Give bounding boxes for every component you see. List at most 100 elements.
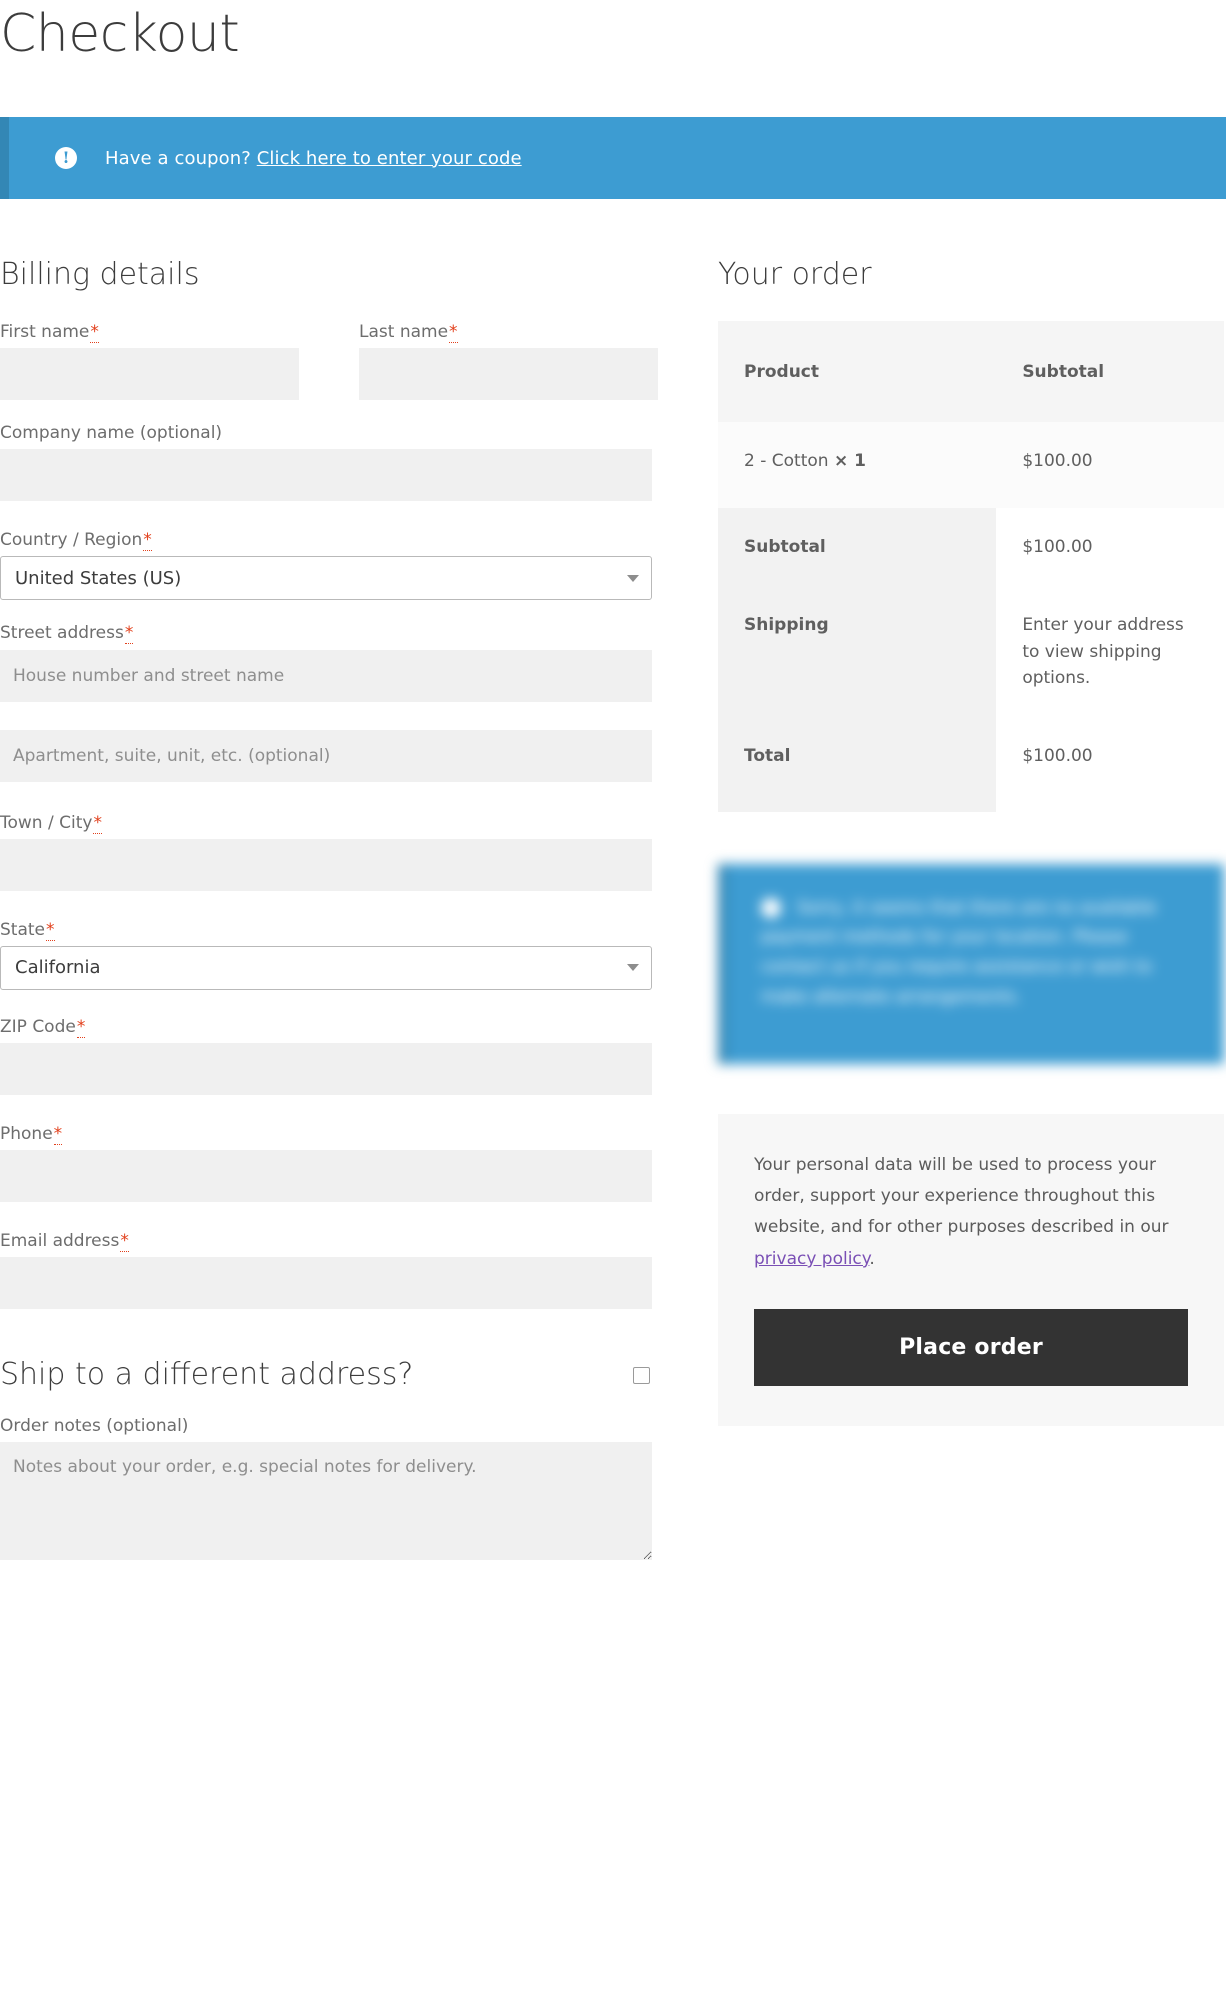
name-row: First name* Last name* <box>0 321 658 422</box>
first-name-input[interactable] <box>0 348 299 401</box>
country-label: Country / Region* <box>0 529 652 552</box>
phone-label-text: Phone <box>0 1123 53 1144</box>
state-select[interactable]: California <box>0 945 652 990</box>
street-address-label: Street address* <box>0 622 652 645</box>
email-input[interactable] <box>0 1257 652 1310</box>
city-input[interactable] <box>0 838 652 891</box>
state-label-text: State <box>0 919 45 940</box>
city-field-group: Town / City* <box>0 812 652 891</box>
order-notes-textarea[interactable] <box>0 1442 652 1561</box>
order-total-value: $100.00 <box>996 717 1224 812</box>
checkout-page: Checkout ! Have a coupon? Click here to … <box>0 0 1226 1999</box>
zip-label: ZIP Code* <box>0 1016 652 1038</box>
required-marker: * <box>53 1123 63 1145</box>
order-item-quantity: × 1 <box>833 450 866 471</box>
chevron-down-icon <box>627 964 639 972</box>
info-circle-icon <box>761 897 781 918</box>
required-marker: * <box>93 812 102 834</box>
required-marker: * <box>120 1230 129 1252</box>
order-notes-label: Order notes (optional) <box>0 1416 189 1437</box>
coupon-prompt-label: Have a coupon? <box>105 147 251 169</box>
order-col-subtotal: Subtotal <box>996 321 1224 422</box>
coupon-enter-code-link[interactable]: Click here to enter your code <box>257 148 522 169</box>
required-marker: * <box>76 1016 86 1038</box>
required-marker: * <box>143 530 152 552</box>
privacy-text-after: . <box>869 1248 875 1269</box>
country-field-group: Country / Region* United States (US) <box>0 529 652 601</box>
privacy-policy-text: Your personal data will be used to proce… <box>754 1150 1188 1276</box>
email-label: Email address* <box>0 1230 652 1252</box>
privacy-policy-link[interactable]: privacy policy <box>754 1249 869 1269</box>
order-subtotal-row: Subtotal $100.00 <box>718 507 1224 587</box>
city-label-text: Town / City <box>0 812 93 833</box>
first-name-field-group: First name* <box>0 321 299 401</box>
required-marker: * <box>124 623 134 645</box>
zip-field-group: ZIP Code* <box>0 1016 652 1095</box>
last-name-label: Last name* <box>359 321 658 344</box>
company-label: Company name (optional) <box>0 423 223 444</box>
required-marker: * <box>449 322 458 344</box>
order-shipping-note: Enter your address to view shipping opti… <box>1022 615 1184 688</box>
payment-methods-notice-text: Sorry, it seems that there are no availa… <box>761 897 1157 1007</box>
first-name-label: First name* <box>0 321 299 344</box>
country-label-text: Country / Region <box>0 530 143 551</box>
place-order-button[interactable]: Place order <box>754 1309 1188 1387</box>
coupon-notice: ! Have a coupon? Click here to enter you… <box>0 117 1226 200</box>
order-shipping-value: Enter your address to view shipping opti… <box>996 586 1224 718</box>
required-marker: * <box>46 919 55 941</box>
order-shipping-row: Shipping Enter your address to view ship… <box>718 586 1224 718</box>
order-table-header-row: Product Subtotal <box>718 321 1224 422</box>
order-total-row: Total $100.00 <box>718 717 1224 812</box>
company-input[interactable] <box>0 449 652 502</box>
order-summary-column: Your order Product Subtotal 2 - Cotton ×… <box>718 257 1224 1427</box>
checkout-columns: Billing details First name* Last name* C… <box>0 257 1226 1582</box>
billing-details-heading: Billing details <box>0 257 200 293</box>
state-selected-value: California <box>15 957 101 979</box>
order-item-name-cell: 2 - Cotton × 1 <box>718 421 997 508</box>
order-notes-group: Order notes (optional) <box>0 1415 652 1561</box>
order-subtotal-value: $100.00 <box>996 507 1224 587</box>
order-item-name: 2 - Cotton <box>744 450 829 471</box>
city-label: Town / City* <box>0 812 652 834</box>
phone-field-group: Phone* <box>0 1123 652 1202</box>
payment-methods-notice: Sorry, it seems that there are no availa… <box>718 863 1224 1064</box>
order-review-table: Product Subtotal 2 - Cotton × 1 $100.00 … <box>718 321 1224 812</box>
country-select[interactable]: United States (US) <box>0 556 652 601</box>
last-name-label-text: Last name <box>359 322 449 343</box>
ship-different-address-checkbox[interactable] <box>633 1366 650 1384</box>
phone-input[interactable] <box>0 1149 652 1202</box>
required-marker: * <box>90 322 99 344</box>
last-name-input[interactable] <box>359 348 658 401</box>
street-address-label-text: Street address <box>0 623 124 644</box>
ship-different-address-header: Ship to a different address? <box>0 1357 652 1393</box>
state-field-group: State* California <box>0 919 652 990</box>
ship-different-address-heading: Ship to a different address? <box>0 1357 414 1393</box>
privacy-and-submit-block: Your personal data will be used to proce… <box>718 1113 1224 1427</box>
zip-input[interactable] <box>0 1042 652 1095</box>
street-address-line1-input[interactable] <box>0 649 652 702</box>
order-item-subtotal: $100.00 <box>996 421 1224 508</box>
order-shipping-label: Shipping <box>718 586 997 718</box>
billing-column: Billing details First name* Last name* C… <box>0 257 658 1582</box>
email-field-group: Email address* <box>0 1230 652 1310</box>
street-address-line2-input[interactable] <box>0 729 652 782</box>
country-selected-value: United States (US) <box>15 567 182 589</box>
coupon-notice-text: Have a coupon? Click here to enter your … <box>105 148 522 169</box>
chevron-down-icon <box>627 574 639 582</box>
order-table-head: Product Subtotal <box>718 321 1224 422</box>
order-total-label: Total <box>718 717 997 812</box>
page-title: Checkout <box>0 4 240 64</box>
order-subtotal-label: Subtotal <box>718 507 997 587</box>
first-name-label-text: First name <box>0 322 90 343</box>
privacy-text-before: Your personal data will be used to proce… <box>754 1154 1169 1238</box>
street-address-group: Street address* <box>0 622 652 782</box>
last-name-field-group: Last name* <box>359 321 658 401</box>
order-item-row: 2 - Cotton × 1 $100.00 <box>718 421 1224 508</box>
your-order-heading: Your order <box>718 257 872 293</box>
order-table-body: 2 - Cotton × 1 $100.00 Subtotal $100.00 … <box>718 421 1224 812</box>
company-field-group: Company name (optional) <box>0 422 652 502</box>
state-label: State* <box>0 919 652 941</box>
phone-label: Phone* <box>0 1123 652 1145</box>
exclamation-circle-icon: ! <box>55 147 77 170</box>
zip-label-text: ZIP Code <box>0 1016 76 1037</box>
